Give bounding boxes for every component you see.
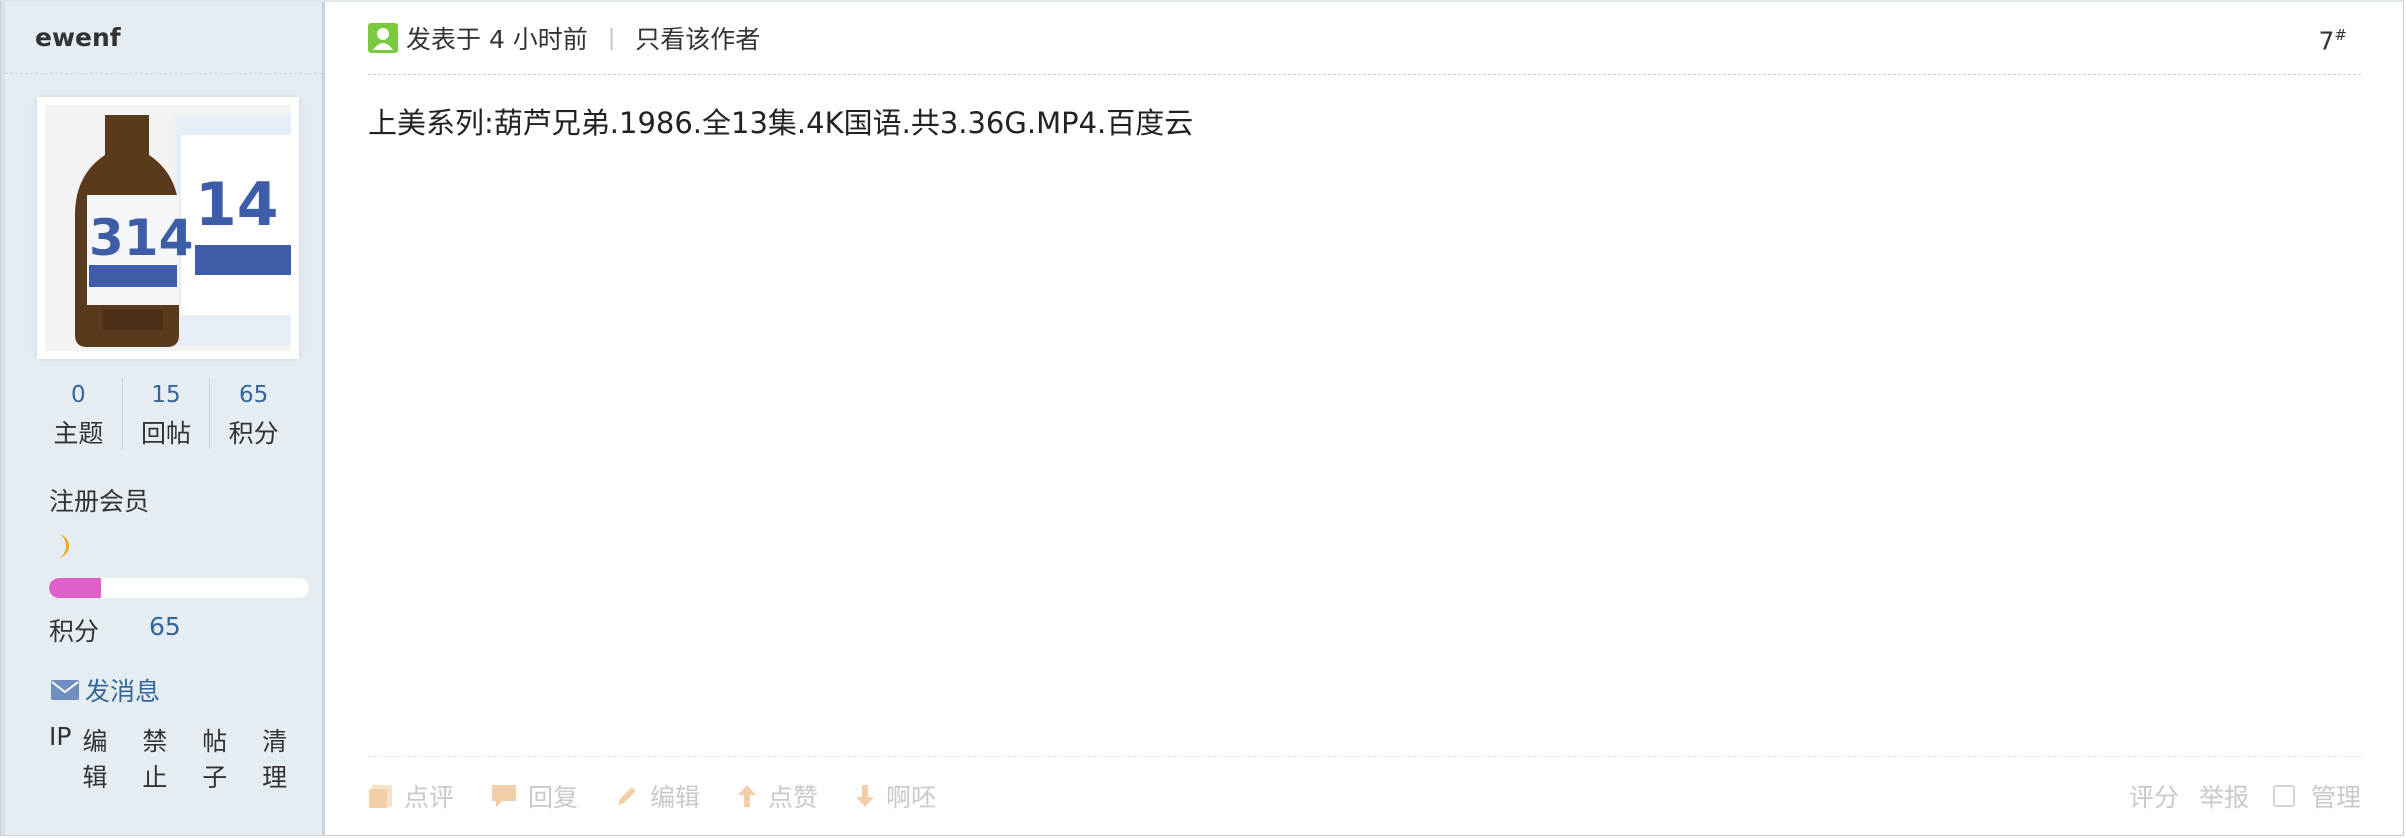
author-stats: 0 主题 15 回帖 65 积分 [35,378,297,450]
separator: | [607,25,616,51]
post-side-actions: 评分 举报 管理 [2109,778,2361,814]
rate-link[interactable]: 评分 [2129,778,2179,814]
reply-icon [492,785,517,807]
reply-button[interactable]: 回复 [490,778,578,814]
send-message-label[interactable]: 发消息 [85,672,160,708]
comment-icon [369,785,392,808]
post-main: 发表于 4 小时前 | 只看该作者 7# 上美系列:葫芦兄弟.1986.全13集… [325,2,2403,835]
credits-label: 积分 [49,617,100,646]
level-progress-bar [49,578,309,598]
dislike-label[interactable]: 啊呸 [886,778,936,814]
edit-button[interactable]: 编辑 [614,778,700,814]
stat-replies-label: 回帖 [141,419,192,448]
admin-ip-link[interactable]: IP [49,722,71,794]
post-time: 发表于 4 小时前 [406,25,588,54]
avatar[interactable]: 14 314 [37,97,299,359]
credits-value: 65 [149,612,181,641]
like-button[interactable]: 点赞 [736,778,818,814]
post-content: 上美系列:葫芦兄弟.1986.全13集.4K国语.共3.36G.MP4.百度云 [368,106,1194,140]
admin-edit-link[interactable]: 编辑 [82,722,131,794]
post-actions: 点评 回复 编辑 点赞 啊呸 评分 举报 管理 [368,756,2361,835]
comment-button[interactable]: 点评 [368,778,454,814]
stat-replies-value[interactable]: 15 [123,382,210,408]
author-sidebar: ewenf 14 314 0 主题 15 回帖 65 积分 注册会员 积分 65… [1,2,325,835]
pencil-icon [618,787,637,805]
online-user-icon [368,23,398,53]
send-message-link[interactable]: 发消息 [51,672,160,708]
user-group[interactable]: 注册会员 [49,482,149,518]
manage-label[interactable]: 管理 [2311,778,2361,814]
floor-number[interactable]: 7# [2319,26,2347,55]
stat-threads-label: 主题 [53,419,104,448]
thumb-down-icon [856,785,875,807]
avatar-image: 14 314 [45,105,291,351]
admin-links: IP 编辑 禁止 帖子 清理 [49,722,322,794]
only-author-link[interactable]: 只看该作者 [635,20,760,56]
admin-ban-link[interactable]: 禁止 [142,722,191,794]
floor-value[interactable]: 7 [2319,26,2335,55]
post-header: 发表于 4 小时前 | 只看该作者 7# [368,2,2361,75]
dislike-button[interactable]: 啊呸 [854,778,936,814]
thumb-up-icon [738,785,757,807]
admin-posts-link[interactable]: 帖子 [202,722,251,794]
author-name[interactable]: ewenf [5,2,322,74]
admin-clean-link[interactable]: 清理 [262,722,311,794]
stat-credits-value[interactable]: 65 [210,382,297,408]
report-link[interactable]: 举报 [2199,778,2249,814]
credits-row: 积分 65 [49,612,181,648]
floor-mark: # [2334,26,2347,44]
envelope-icon [51,680,79,700]
forum-post: ewenf 14 314 0 主题 15 回帖 65 积分 注册会员 积分 65… [0,0,2404,836]
stat-credits[interactable]: 65 积分 [209,378,297,450]
level-progress-fill [49,578,101,598]
edit-label[interactable]: 编辑 [650,778,700,814]
moon-icon [53,532,75,564]
manage-checkbox[interactable] [2272,785,2295,807]
comment-label[interactable]: 点评 [404,778,454,814]
stat-threads-value[interactable]: 0 [35,382,122,408]
stat-replies[interactable]: 15 回帖 [121,378,210,450]
stat-credits-label: 积分 [228,419,279,448]
stat-threads[interactable]: 0 主题 [35,378,122,450]
svg-text:14: 14 [195,170,279,240]
svg-text:314: 314 [89,209,193,267]
reply-label[interactable]: 回复 [528,778,578,814]
like-label[interactable]: 点赞 [768,778,818,814]
